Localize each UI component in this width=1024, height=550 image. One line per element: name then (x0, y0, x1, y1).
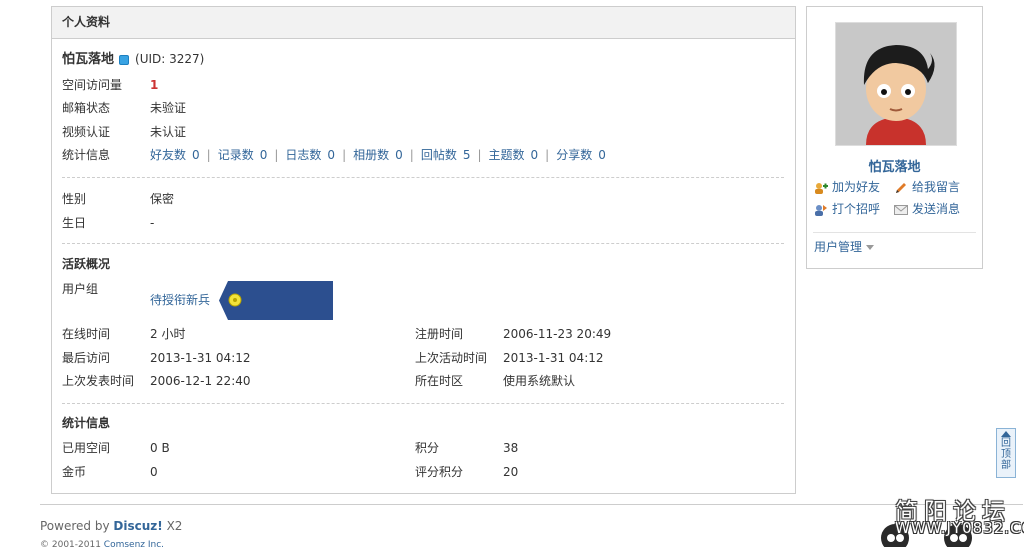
space-visits-value: 1 (150, 78, 159, 92)
statistics-value: 0 B (150, 441, 170, 455)
stat-shares-link[interactable]: 分享数 0 (556, 146, 606, 164)
stat-albums-link[interactable]: 相册数 0 (353, 146, 403, 164)
send-message-link[interactable]: 发送消息 (894, 201, 960, 217)
activity-label: 最后访问 (62, 351, 111, 365)
divider (62, 403, 784, 404)
user-uid: (UID: 3227) (135, 52, 205, 66)
footer-powered: Powered by Discuz! X2 (40, 519, 183, 533)
statistics-row: 已用空间 0 B 积分 38 (62, 439, 782, 457)
user-avatar[interactable] (835, 22, 957, 146)
statistics-label: 已用空间 (62, 441, 111, 455)
activity-value: 2006-12-1 22:40 (150, 374, 251, 388)
info-label: 空间访问量 (62, 78, 123, 92)
usergroup-link[interactable]: 待授衔新兵 (150, 291, 210, 309)
statistics-value: 0 (150, 465, 158, 479)
stat-replies-link[interactable]: 回帖数 5 (421, 146, 471, 164)
activity-value: 2013-1-31 04:12 (150, 351, 251, 365)
stat-records-link[interactable]: 记录数 0 (218, 146, 268, 164)
poke-icon (814, 204, 828, 216)
activity-row: 最后访问 2013-1-31 04:12 上次活动时间 2013-1-31 04… (62, 349, 782, 367)
profile-label: 生日 (62, 216, 87, 230)
stats-label: 统计信息 (62, 148, 111, 162)
watermark-url: WWW.JY0832.COM (895, 519, 1024, 537)
username[interactable]: 怕瓦落地 (62, 52, 114, 67)
divider (62, 177, 784, 178)
statistics-row: 金币 0 评分积分 20 (62, 463, 782, 481)
divider (62, 243, 784, 244)
online-status-icon (119, 54, 130, 65)
panel-title: 个人资料 (52, 7, 795, 39)
statistics-label: 金币 (62, 465, 87, 479)
comsenz-link[interactable]: Comsenz Inc. (104, 540, 164, 550)
pencil-icon (894, 182, 908, 194)
info-label: 邮箱状态 (62, 101, 111, 115)
stats-links: 好友数 0 | 记录数 0 | 日志数 0 | 相册数 0 | 回帖数 5 | 主题数 0 | 分享数 0 (150, 146, 606, 164)
info-value: 未验证 (150, 101, 187, 115)
info-value: 未认证 (150, 125, 187, 139)
statistics-value: 20 (503, 465, 519, 479)
leave-message-link[interactable]: 给我留言 (894, 179, 960, 195)
stat-blogs-link[interactable]: 日志数 0 (285, 146, 335, 164)
statistics-label: 积分 (415, 441, 440, 455)
section-title: 统计信息 (62, 416, 111, 430)
stat-friends-link[interactable]: 好友数 0 (150, 146, 200, 164)
footer-copyright: © 2001-2011 Comsenz Inc. (40, 540, 165, 550)
info-label: 视频认证 (62, 125, 111, 139)
username-row: 怕瓦落地 (UID: 3227) (62, 50, 204, 68)
section-title: 活跃概况 (62, 257, 111, 271)
activity-title-row: 活跃概况 (62, 255, 110, 273)
chevron-down-icon (866, 245, 875, 250)
activity-label: 在线时间 (62, 327, 111, 341)
profile-value: - (150, 216, 155, 230)
user-sidebar: 怕瓦落地 加为好友 给我留言 打个招呼 发送消息 用户管理 (806, 6, 983, 269)
profile-value: 保密 (150, 192, 175, 206)
profile-label: 性别 (62, 192, 87, 206)
sidebar-username[interactable]: 怕瓦落地 (807, 156, 982, 175)
back-to-top-label: 回顶部 (1001, 438, 1011, 471)
usergroup-label: 用户组 (62, 282, 99, 296)
poke-link[interactable]: 打个招呼 (814, 201, 880, 217)
activity-value: 2 小时 (150, 327, 186, 341)
envelope-icon (894, 204, 908, 216)
activity-label: 上次活动时间 (415, 351, 488, 365)
activity-value: 使用系统默认 (503, 374, 576, 388)
activity-row: 在线时间 2 小时 注册时间 2006-11-23 20:49 (62, 325, 782, 343)
activity-value: 2006-11-23 20:49 (503, 327, 612, 341)
stat-threads-link[interactable]: 主题数 0 (489, 146, 539, 164)
statistics-title-row: 统计信息 (62, 414, 110, 432)
stats-row: 统计信息 好友数 0 | 记录数 0 | 日志数 0 | 相册数 0 | 回帖数 5 | 主题数 0 | 分享数 0 (62, 146, 782, 164)
add-friend-icon (814, 182, 828, 194)
activity-label: 注册时间 (415, 327, 464, 341)
add-friend-link[interactable]: 加为好友 (814, 179, 880, 195)
arrow-up-icon (1001, 431, 1011, 437)
footer-divider (40, 504, 1023, 505)
activity-label: 所在时区 (415, 374, 464, 388)
statistics-label: 评分积分 (415, 465, 464, 479)
profile-panel: 个人资料 怕瓦落地 (UID: 3227) 空间访问量 1 邮箱状态 未验证 视频… (51, 6, 796, 494)
usergroup-rank-banner (219, 281, 333, 320)
activity-row: 上次发表时间 2006-12-1 22:40 所在时区 使用系统默认 (62, 372, 782, 390)
back-to-top-button[interactable]: 回顶部 (996, 428, 1016, 478)
user-management-menu[interactable]: 用户管理 (814, 238, 875, 255)
statistics-value: 38 (503, 441, 519, 455)
sidebar-divider (813, 232, 976, 233)
discuz-link[interactable]: Discuz! (113, 519, 162, 533)
activity-value: 2013-1-31 04:12 (503, 351, 604, 365)
activity-label: 上次发表时间 (62, 374, 135, 388)
